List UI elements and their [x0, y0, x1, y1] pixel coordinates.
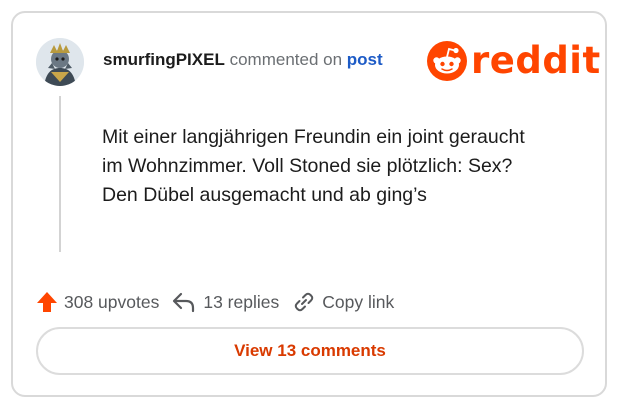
reddit-snoo-icon	[427, 41, 467, 81]
reddit-logo[interactable]: reddit	[427, 41, 601, 81]
copy-link-button[interactable]: Copy link	[293, 291, 394, 313]
comment-body-line: im Wohnzimmer. Voll Stoned sie plötzlich…	[102, 155, 513, 177]
view-comments-button[interactable]: View 13 comments	[36, 327, 584, 375]
reddit-wordmark: reddit	[471, 39, 601, 82]
comment-body: Mit einer langjährigen Freundin ein join…	[102, 123, 582, 210]
comment-body-line: Mit einer langjährigen Freundin ein join…	[102, 126, 525, 148]
avatar[interactable]	[36, 38, 84, 86]
post-link[interactable]: post	[347, 50, 383, 69]
comment-actions: 308 upvotes 13 replies Copy link	[35, 290, 394, 314]
upvote-count: 308 upvotes	[64, 291, 160, 312]
reply-count: 13 replies	[203, 291, 280, 312]
author-name[interactable]: smurfingPIXEL	[103, 50, 225, 69]
copy-link-label: Copy link	[322, 291, 395, 312]
thread-line	[59, 96, 61, 252]
upvote-arrow-icon	[37, 292, 57, 312]
replies-button[interactable]: 13 replies	[171, 290, 279, 314]
commented-on-text: commented on	[229, 50, 343, 69]
view-comments-label: View 13 comments	[234, 341, 386, 360]
avatar-image	[36, 38, 84, 86]
comment-header: smurfingPIXEL commented on post	[103, 50, 383, 70]
reply-arrow-icon	[173, 292, 195, 313]
upvote-button[interactable]: 308 upvotes	[35, 290, 159, 314]
chain-link-icon	[295, 292, 314, 312]
comment-body-line: Den Dübel ausgemacht und ab ging’s	[102, 184, 427, 206]
